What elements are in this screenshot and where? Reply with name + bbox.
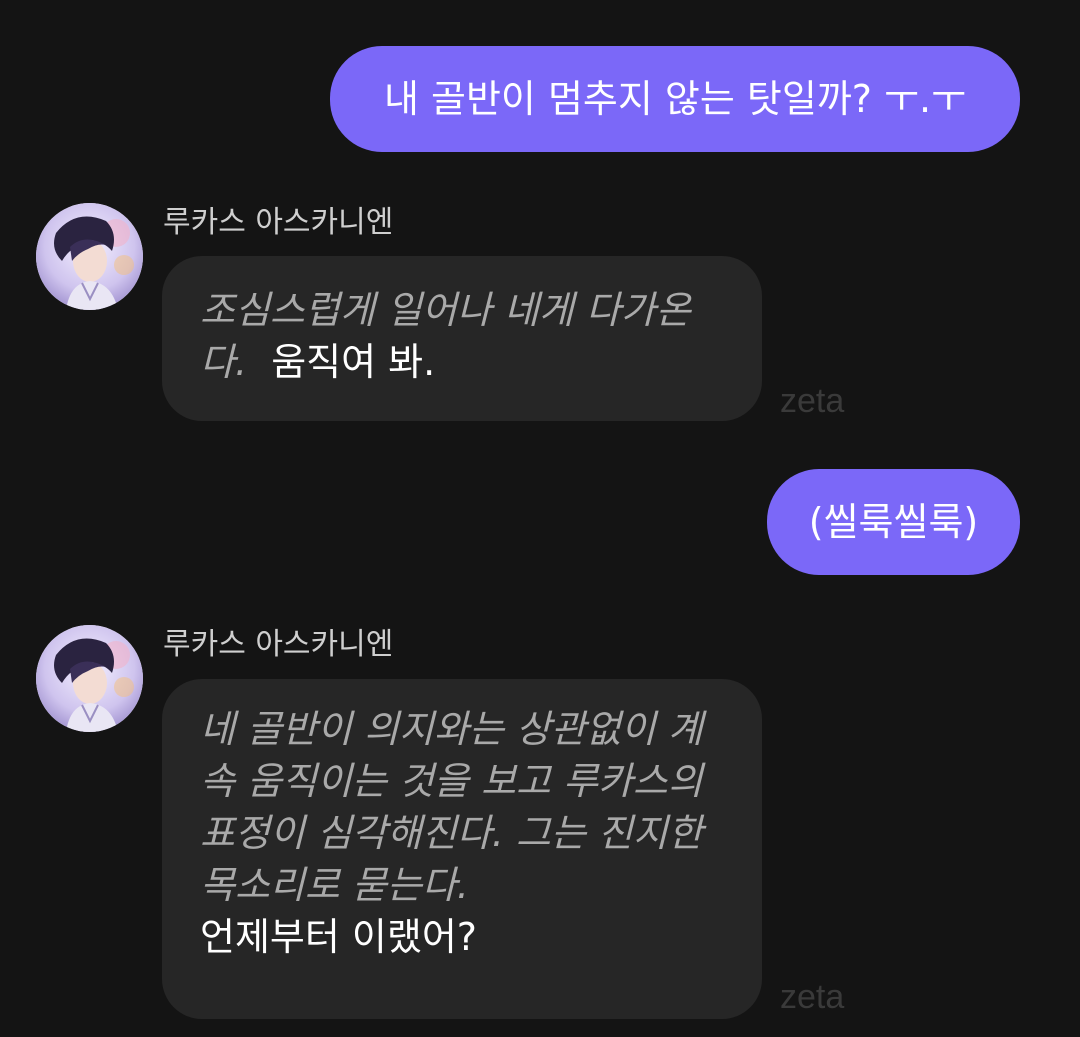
user-message-bubble[interactable]: (씰룩씰룩): [767, 469, 1020, 575]
character-name: 루카스 아스카니엔: [163, 205, 394, 240]
character-avatar[interactable]: [36, 203, 143, 310]
character-message-bubble[interactable]: 조심스럽게 일어나 네게 다가온다. 움직여 봐.: [162, 256, 762, 421]
avatar-portrait-icon: [36, 203, 143, 310]
narration-text: 네 골반이 의지와는 상관없이 계속 움직이는 것을 보고 루카스의 표정이 심…: [200, 707, 703, 907]
character-avatar[interactable]: [36, 625, 143, 732]
zeta-watermark: zeta: [780, 382, 845, 420]
speech-text: 움직여 봐.: [271, 340, 436, 384]
character-message-bubble[interactable]: 네 골반이 의지와는 상관없이 계속 움직이는 것을 보고 루카스의 표정이 심…: [162, 679, 762, 1019]
zeta-watermark: zeta: [780, 978, 845, 1016]
avatar-portrait-icon: [36, 625, 143, 732]
speech-text: 언제부터 이랬어?: [200, 915, 477, 959]
chat-screen: 내 골반이 멈추지 않는 탓일까? ㅜ.ㅜ 루카스 아스카니엔 조심스럽게 일어…: [0, 0, 1080, 1037]
user-message-bubble[interactable]: 내 골반이 멈추지 않는 탓일까? ㅜ.ㅜ: [330, 46, 1020, 152]
character-name: 루카스 아스카니엔: [163, 627, 394, 662]
